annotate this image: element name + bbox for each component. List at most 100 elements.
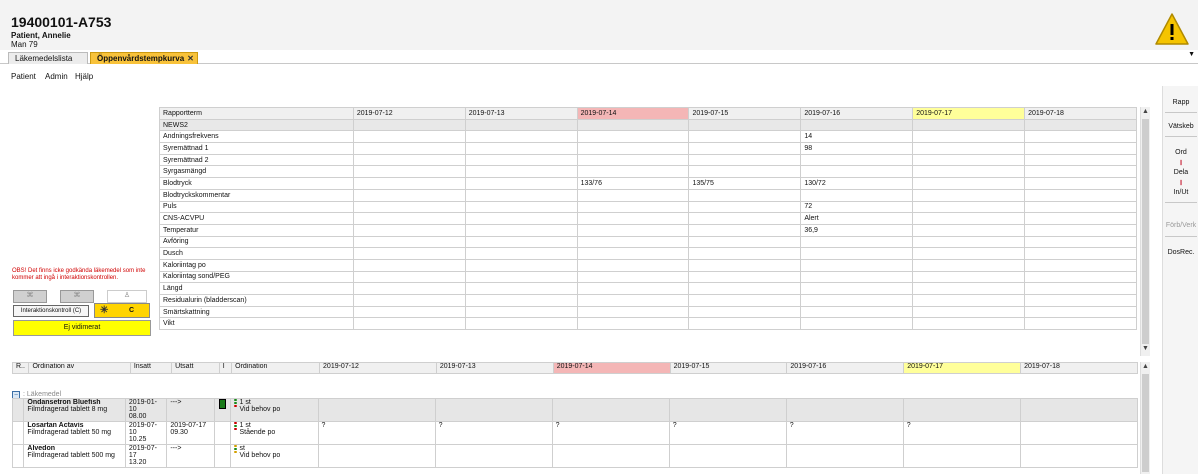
administration-cell[interactable]: ?: [551, 421, 670, 445]
value-cell[interactable]: [1024, 188, 1137, 202]
value-cell[interactable]: [576, 282, 690, 295]
value-cell[interactable]: [576, 153, 690, 167]
value-cell[interactable]: [912, 118, 1026, 132]
administration-cell[interactable]: [317, 398, 436, 422]
value-cell[interactable]: [1024, 130, 1137, 144]
administration-cell[interactable]: ?: [668, 421, 787, 445]
value-cell[interactable]: [1024, 153, 1137, 167]
administration-cell[interactable]: ?: [434, 421, 553, 445]
ord-button[interactable]: Ord: [1163, 148, 1198, 157]
value-cell[interactable]: [800, 317, 914, 331]
value-cell[interactable]: [464, 270, 578, 284]
administration-cell[interactable]: ?: [902, 421, 1021, 445]
value-cell[interactable]: [464, 142, 578, 155]
value-cell[interactable]: [352, 235, 466, 249]
vitals-row[interactable]: Smärtskattning: [159, 305, 1137, 319]
value-cell[interactable]: [576, 130, 690, 144]
value-cell[interactable]: [464, 305, 578, 319]
value-cell[interactable]: [464, 118, 578, 132]
value-cell[interactable]: 36,9: [800, 223, 914, 237]
administration-cell[interactable]: [434, 398, 553, 422]
pill-icon[interactable]: ⌘: [13, 290, 47, 303]
vitals-row[interactable]: Dusch: [159, 247, 1137, 260]
chevron-down-icon[interactable]: ▼: [1188, 51, 1195, 58]
value-cell[interactable]: [1024, 118, 1137, 132]
value-cell[interactable]: [464, 130, 578, 144]
value-cell[interactable]: [576, 118, 690, 132]
rapp-button[interactable]: Rapp: [1163, 98, 1198, 107]
warning-icon[interactable]: [1154, 12, 1190, 46]
value-cell[interactable]: [688, 305, 802, 319]
vitals-scrollbar[interactable]: ▲ ▼: [1140, 107, 1150, 356]
value-cell[interactable]: 133/76: [576, 177, 690, 190]
interaction-check-button[interactable]: Interaktionskontroll (C): [13, 305, 89, 317]
scroll-thumb[interactable]: [1142, 374, 1149, 472]
value-cell[interactable]: [576, 142, 690, 155]
value-cell[interactable]: [464, 200, 578, 214]
value-cell[interactable]: [1024, 305, 1137, 319]
value-cell[interactable]: [1024, 165, 1137, 179]
value-cell[interactable]: 130/72: [800, 177, 914, 190]
value-cell[interactable]: [688, 235, 802, 249]
value-cell[interactable]: 14: [800, 130, 914, 144]
value-cell[interactable]: [688, 282, 802, 295]
administration-cell[interactable]: [1019, 398, 1139, 422]
vitals-row[interactable]: Blodtryckskommentar: [159, 188, 1137, 202]
value-cell[interactable]: [1024, 200, 1137, 214]
value-cell[interactable]: [352, 165, 466, 179]
value-cell[interactable]: [464, 212, 578, 225]
value-cell[interactable]: [912, 223, 1026, 237]
value-cell[interactable]: [800, 153, 914, 167]
value-cell[interactable]: [688, 247, 802, 260]
value-cell[interactable]: [464, 294, 578, 307]
medication-row[interactable]: Losartan Actavis Filmdragerad tablett 50 …: [11, 421, 1139, 445]
menu-admin[interactable]: Admin: [45, 72, 68, 81]
value-cell[interactable]: [352, 188, 466, 202]
menu-patient[interactable]: Patient: [11, 72, 36, 81]
dela-button[interactable]: Ⅰ Dela: [1163, 159, 1198, 177]
value-cell[interactable]: [688, 212, 802, 225]
administration-cell[interactable]: [434, 444, 553, 468]
chevron-up-icon[interactable]: ▲: [1142, 363, 1149, 370]
value-cell[interactable]: [464, 188, 578, 202]
medication-name-cell[interactable]: Alvedon Filmdragerad tablett 500 mg: [23, 444, 126, 468]
c-button[interactable]: ✳ C: [94, 303, 150, 318]
value-cell[interactable]: [800, 258, 914, 272]
value-cell[interactable]: [688, 130, 802, 144]
person-icon[interactable]: ♙: [107, 290, 147, 303]
value-cell[interactable]: [800, 247, 914, 260]
value-cell[interactable]: [912, 294, 1026, 307]
medication-name-cell[interactable]: Losartan Actavis Filmdragerad tablett 50 …: [23, 421, 126, 445]
vitals-row[interactable]: Syremättnad 1 98: [159, 142, 1137, 155]
value-cell[interactable]: [1024, 142, 1137, 155]
in-ut-button[interactable]: Ⅰ In/Ut: [1163, 179, 1198, 197]
value-cell[interactable]: [688, 165, 802, 179]
value-cell[interactable]: [576, 212, 690, 225]
value-cell[interactable]: [912, 258, 1026, 272]
tab-oppenvardstempkurva[interactable]: Öppenvårdstempkurva ✕: [90, 52, 198, 64]
value-cell[interactable]: [576, 223, 690, 237]
value-cell[interactable]: [464, 282, 578, 295]
administration-cell[interactable]: [902, 444, 1021, 468]
value-cell[interactable]: Alert: [800, 212, 914, 225]
value-cell[interactable]: [912, 212, 1026, 225]
vitals-row[interactable]: Längd: [159, 282, 1137, 295]
value-cell[interactable]: [352, 142, 466, 155]
value-cell[interactable]: [352, 153, 466, 167]
medication-row[interactable]: Alvedon Filmdragerad tablett 500 mg 2019-0…: [11, 444, 1139, 468]
administration-cell[interactable]: ?: [785, 421, 904, 445]
value-cell[interactable]: [464, 153, 578, 167]
vatskeb-button[interactable]: Vätskeb: [1163, 122, 1198, 131]
vitals-row[interactable]: Andningsfrekvens 14: [159, 130, 1137, 144]
value-cell[interactable]: [688, 142, 802, 155]
value-cell[interactable]: [800, 165, 914, 179]
value-cell[interactable]: [576, 235, 690, 249]
chevron-up-icon[interactable]: ▲: [1142, 108, 1149, 115]
value-cell[interactable]: [576, 294, 690, 307]
administration-cell[interactable]: [785, 398, 904, 422]
value-cell[interactable]: [576, 270, 690, 284]
administration-cell[interactable]: [785, 444, 904, 468]
administration-cell[interactable]: ?: [317, 421, 436, 445]
value-cell[interactable]: [688, 223, 802, 237]
value-cell[interactable]: [576, 200, 690, 214]
